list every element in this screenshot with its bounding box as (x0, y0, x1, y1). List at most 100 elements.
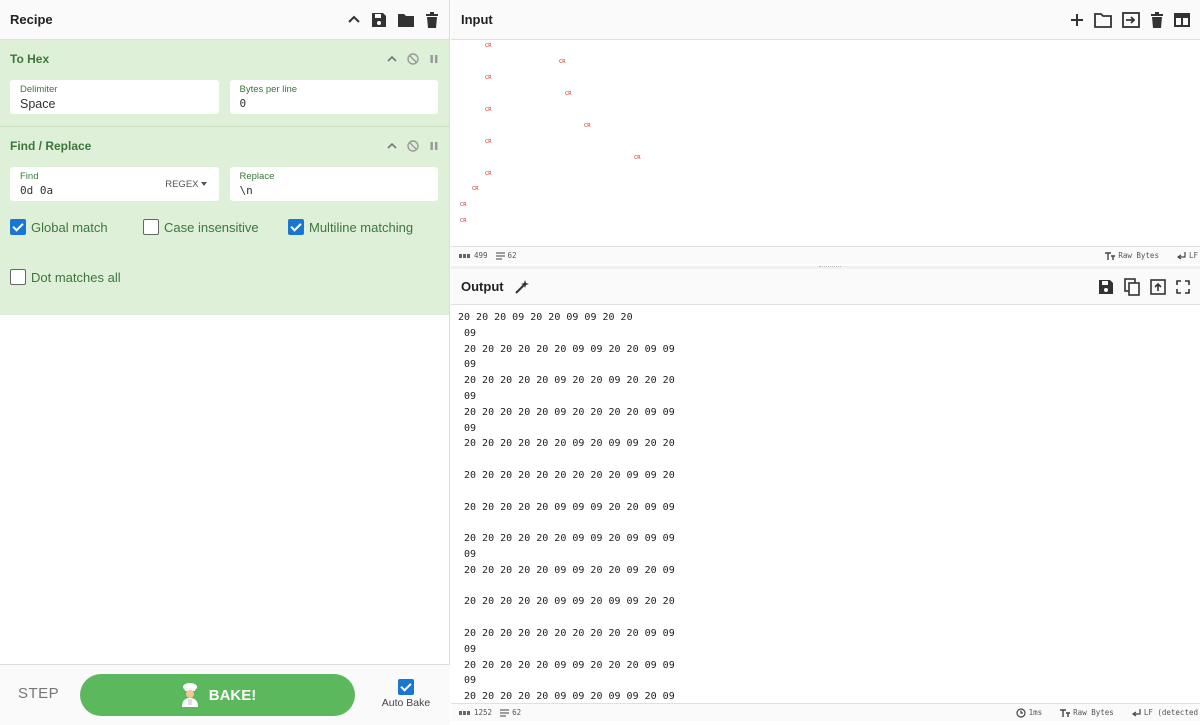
eol-label: LF (detected (1143, 708, 1198, 717)
bake-time: 1ms (1016, 707, 1043, 718)
input-title: Input (461, 12, 493, 27)
cr-marker: CR (485, 107, 492, 113)
output-line: 09 (464, 548, 477, 560)
save-icon[interactable] (371, 12, 387, 28)
find-field[interactable]: Find 0d 0a REGEX (10, 167, 219, 201)
output-line: 09 (464, 422, 477, 434)
recipe-title: Recipe (10, 12, 53, 27)
lines-value: 62 (507, 251, 517, 260)
length-value: 499 (474, 251, 488, 260)
output-line: 20 20 20 20 20 20 09 20 09 09 20 20 (464, 438, 675, 450)
checkbox-label: Multiline matching (309, 219, 414, 235)
clock-icon (1016, 707, 1026, 718)
output-line: 20 20 20 09 20 20 09 09 20 20 (458, 312, 633, 323)
multiline-matching-checkbox[interactable]: Multiline matching (288, 219, 413, 235)
folder-icon[interactable] (397, 12, 415, 28)
raw-bytes-label: Raw Bytes (1118, 251, 1159, 260)
checkbox-box[interactable] (10, 219, 26, 235)
replace-field[interactable]: Replace \n (229, 167, 438, 201)
checkbox-label: Dot matches all (31, 269, 121, 285)
field-value: 0 (239, 97, 247, 110)
input-textarea[interactable]: CR CR CR CR CR CR CR CR CR CR CR CR (451, 40, 1200, 246)
output-line: 09 (464, 675, 477, 687)
magic-wand-icon[interactable] (514, 279, 530, 295)
eol-label: LF (1188, 251, 1198, 260)
eol-selector[interactable]: LF (detected (1131, 708, 1198, 717)
raw-bytes-toggle[interactable]: Raw Bytes (1060, 708, 1114, 717)
disable-icon[interactable] (407, 140, 419, 152)
field-value: Space (20, 97, 56, 111)
bytes-per-line-field[interactable]: Bytes per line 0 (229, 80, 438, 114)
divider-grip[interactable] (819, 266, 841, 268)
eol-selector[interactable]: LF (1176, 251, 1198, 260)
cr-marker: CR (460, 218, 467, 224)
output-line: 20 20 20 20 20 09 09 09 20 20 09 09 (464, 501, 675, 513)
replace-input-icon[interactable] (1150, 278, 1166, 295)
raw-bytes-toggle[interactable]: Raw Bytes (1105, 251, 1159, 260)
pause-icon[interactable] (429, 54, 439, 64)
bake-button[interactable]: BAKE! (80, 674, 355, 716)
operation-find-replace: Find / Replace Find 0d 0a REGEX Replace … (0, 127, 449, 315)
regex-dropdown[interactable]: REGEX (165, 179, 206, 190)
bake-label: BAKE! (208, 686, 257, 704)
save-icon[interactable] (1098, 279, 1114, 295)
checkbox-box[interactable] (10, 269, 26, 285)
layout-icon[interactable] (1174, 12, 1190, 27)
disable-icon[interactable] (407, 53, 419, 65)
input-header: Input (451, 0, 1200, 40)
time-value: 1ms (1028, 708, 1043, 717)
lines-icon (495, 251, 505, 260)
cr-marker: CR (485, 43, 492, 49)
output-line: 20 20 20 20 20 09 09 20 09 09 20 20 (464, 596, 675, 608)
plus-icon[interactable] (1070, 13, 1084, 27)
cr-marker: CR (485, 171, 492, 177)
chevron-up-icon[interactable] (387, 141, 397, 151)
field-label: Bytes per line (239, 84, 298, 95)
pause-icon[interactable] (429, 141, 439, 151)
trash-icon[interactable] (1150, 11, 1164, 28)
step-button[interactable]: STEP (18, 685, 59, 702)
chevron-up-icon[interactable] (387, 54, 397, 64)
cr-marker: CR (485, 139, 492, 145)
cr-marker: CR (460, 202, 467, 208)
output-statusbar: 1252 62 1ms Raw Bytes LF (detected (451, 703, 1200, 721)
cr-marker: CR (559, 59, 566, 65)
operation-title: To Hex (10, 52, 50, 66)
dot-matches-all-checkbox[interactable]: Dot matches all (10, 269, 121, 285)
field-label: Replace (239, 171, 275, 182)
checkbox-box[interactable] (143, 219, 159, 235)
open-file-icon[interactable] (1122, 11, 1140, 28)
checkbox-box[interactable] (398, 679, 414, 695)
trash-icon[interactable] (425, 11, 439, 28)
output-line: 20 20 20 20 20 20 20 20 20 09 09 20 (464, 469, 675, 481)
chef-icon (181, 683, 198, 707)
length-icon (459, 710, 470, 715)
output-textarea[interactable]: 20 20 20 09 20 20 09 09 20 20 09 20 20 2… (451, 305, 1200, 703)
folder-icon[interactable] (1094, 12, 1112, 28)
text-size-icon (1060, 708, 1071, 717)
copy-icon[interactable] (1124, 277, 1140, 296)
chevron-up-icon[interactable] (347, 13, 361, 27)
controls-bar: STEP BAKE! Auto Bake (0, 664, 450, 725)
maximize-icon[interactable] (1176, 279, 1190, 294)
output-line: 09 (464, 390, 477, 402)
global-match-checkbox[interactable]: Global match (10, 219, 143, 235)
case-insensitive-checkbox[interactable]: Case insensitive (143, 219, 288, 235)
raw-bytes-label: Raw Bytes (1073, 708, 1114, 717)
checkbox-box[interactable] (288, 219, 304, 235)
delimiter-field[interactable]: Delimiter Space (10, 80, 219, 114)
auto-bake-checkbox[interactable]: Auto Bake (380, 679, 432, 709)
text-size-icon (1105, 251, 1116, 260)
cr-marker: CR (565, 91, 572, 97)
cr-marker: CR (472, 186, 479, 192)
length-stat: 1252 (459, 708, 492, 717)
cr-marker: CR (634, 155, 641, 161)
output-line: 20 20 20 20 20 09 20 20 09 20 20 20 (464, 375, 675, 387)
output-line: 20 20 20 20 20 20 09 09 20 20 09 09 (464, 343, 675, 355)
output-header: Output (451, 269, 1200, 305)
eol-icon (1131, 708, 1141, 716)
lines-icon (500, 708, 510, 717)
cr-marker: CR (584, 123, 591, 129)
output-title: Output (461, 279, 504, 294)
